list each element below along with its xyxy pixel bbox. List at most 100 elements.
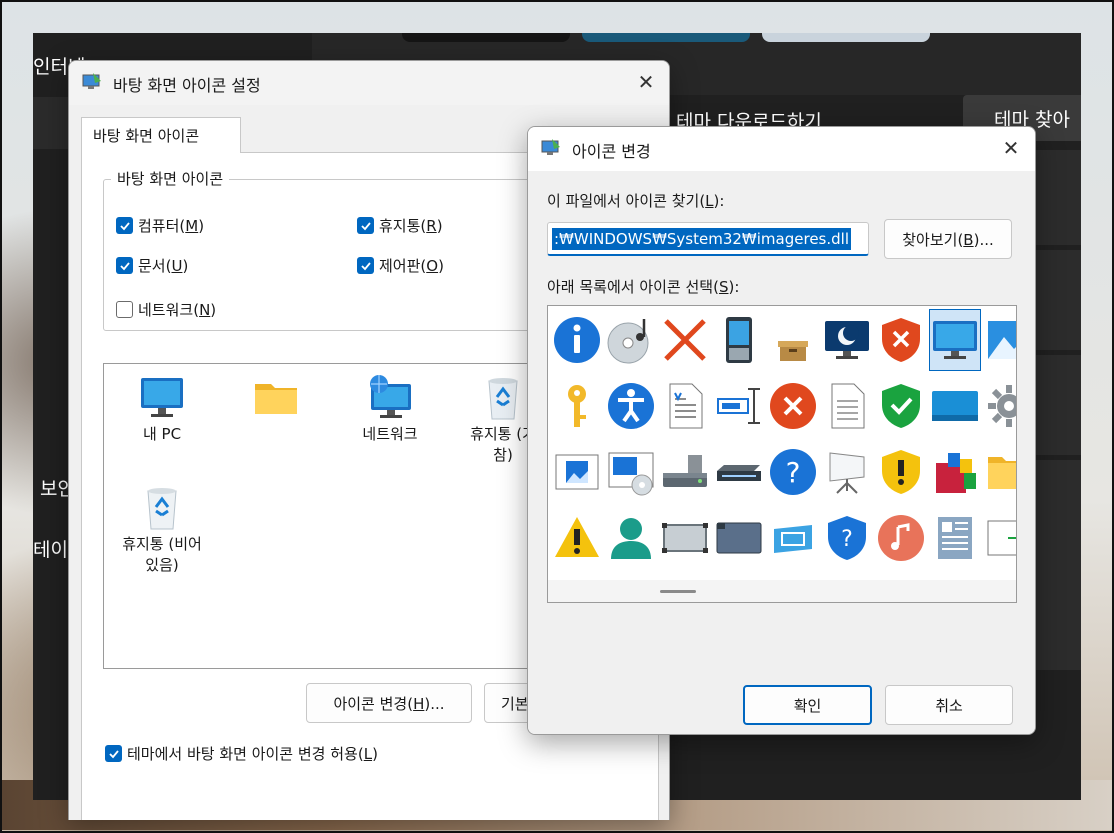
folder-icon[interactable] <box>983 441 1016 503</box>
small-box-icon[interactable] <box>767 309 819 371</box>
button-label: 아이콘 변경(H)... <box>333 694 445 713</box>
checkbox-box[interactable] <box>116 257 133 274</box>
ok-button[interactable]: 확인 <box>743 685 872 725</box>
button-label: 기본 <box>501 694 529 713</box>
pda-icon[interactable] <box>713 309 765 371</box>
accessibility-icon[interactable] <box>605 375 657 437</box>
allow-theme-change-checkbox[interactable]: 테마에서 바탕 화면 아이콘 변경 허용(L) <box>105 743 378 764</box>
monitor-icon <box>141 378 183 417</box>
red-x-icon[interactable] <box>659 309 711 371</box>
button-label: 찾아보기(B)... <box>902 230 994 249</box>
desktop-icon-list[interactable]: 내 PC 네트워크 휴지통 (가 참) 휴지통 (비어 있음) <box>103 363 536 669</box>
warning-icon[interactable] <box>551 507 603 569</box>
user-icon[interactable] <box>605 507 657 569</box>
music-note-icon[interactable] <box>875 507 927 569</box>
checkbox-box[interactable] <box>105 745 122 762</box>
change-icon-dialog: 아이콘 변경 ✕ 이 파일에서 아이콘 찾기(L): :₩WINDOWS₩Sys… <box>527 126 1036 735</box>
checkbox-label: 문서(U) <box>138 257 189 275</box>
shield-x-icon[interactable] <box>875 309 927 371</box>
news-icon[interactable] <box>929 507 981 569</box>
svg-text:?: ? <box>841 527 853 552</box>
theme-thumbnail-3[interactable] <box>762 33 930 42</box>
dialog-title: 바탕 화면 아이콘 설정 <box>113 76 261 95</box>
list-item-network[interactable]: 네트워크 <box>342 372 438 445</box>
shield-warning-icon[interactable] <box>875 441 927 503</box>
recycle-bin-full-icon <box>488 378 518 420</box>
icon-selection-grid[interactable]: ? ? <box>547 305 1017 603</box>
image-frame-icon[interactable] <box>551 441 603 503</box>
network-icon <box>370 375 411 418</box>
recycle-bin-empty-icon <box>147 488 177 530</box>
key-icon[interactable] <box>551 375 603 437</box>
path-text: :₩WINDOWS₩System32₩imageres.dll <box>552 228 851 250</box>
arrow-window-icon[interactable] <box>983 507 1016 569</box>
text-document-icon[interactable] <box>659 375 711 437</box>
checkbox-recycle-bin[interactable]: 휴지통(R) <box>357 215 443 236</box>
check-icon <box>119 221 130 230</box>
folder-icon <box>255 384 297 414</box>
list-item-recycle-bin-empty[interactable]: 휴지통 (비어 있음) <box>114 482 210 576</box>
select-icon-label: 아래 목록에서 아이콘 선택(S): <box>547 278 740 296</box>
button-label: 취소 <box>935 696 963 715</box>
desktop-settings-icon <box>541 139 560 155</box>
installer-box-icon[interactable] <box>929 441 981 503</box>
error-icon[interactable] <box>767 375 819 437</box>
grey-panel-icon[interactable] <box>659 507 711 569</box>
close-button[interactable]: ✕ <box>629 67 663 97</box>
moon-monitor-icon[interactable] <box>821 309 873 371</box>
title-bar: 아이콘 변경 ✕ <box>528 127 1035 171</box>
list-item-documents[interactable] <box>228 372 324 424</box>
group-title: 바탕 화면 아이콘 <box>111 168 230 189</box>
checkbox-control-panel[interactable]: 제어판(O) <box>357 255 444 276</box>
browse-button[interactable]: 찾아보기(B)... <box>884 219 1012 259</box>
horizontal-scrollbar[interactable] <box>548 580 1016 602</box>
picture-icon[interactable] <box>983 309 1016 371</box>
list-item-label: 네트워크 <box>362 425 418 443</box>
check-icon <box>360 221 371 230</box>
card-icon[interactable] <box>713 507 765 569</box>
shield-check-icon[interactable] <box>875 375 927 437</box>
help-icon[interactable]: ? <box>767 441 819 503</box>
find-in-file-label: 이 파일에서 아이콘 찾기(L): <box>547 192 725 210</box>
button-label: 확인 <box>793 696 822 715</box>
scrollbar-thumb[interactable] <box>660 590 696 593</box>
cancel-button[interactable]: 취소 <box>885 685 1013 725</box>
checkbox-documents[interactable]: 문서(U) <box>116 255 188 276</box>
list-item-this-pc[interactable]: 내 PC <box>114 372 210 445</box>
tab-label: 바탕 화면 아이콘 <box>93 127 200 145</box>
close-icon: ✕ <box>1002 136 1020 160</box>
drive-icon[interactable] <box>659 441 711 503</box>
wide-screen-icon[interactable] <box>929 375 981 437</box>
cd-music-icon[interactable] <box>605 309 657 371</box>
checkbox-box[interactable] <box>357 217 374 234</box>
monitor-icon[interactable] <box>929 309 981 371</box>
checkbox-box[interactable] <box>116 217 133 234</box>
tab-desktop-icons[interactable]: 바탕 화면 아이콘 <box>81 117 241 153</box>
gear-icon[interactable] <box>983 375 1016 437</box>
check-icon <box>108 749 119 758</box>
media-window-icon[interactable] <box>605 441 657 503</box>
checkbox-label: 휴지통(R) <box>379 217 443 235</box>
checkbox-box[interactable] <box>116 301 133 318</box>
checkbox-network[interactable]: 네트워크(N) <box>116 299 216 320</box>
check-icon <box>360 261 371 270</box>
checkbox-box[interactable] <box>357 257 374 274</box>
close-button[interactable]: ✕ <box>994 133 1028 163</box>
nav-item-data[interactable]: 테이 <box>33 535 68 562</box>
checkbox-computer[interactable]: 컴퓨터(M) <box>116 215 204 236</box>
text-cursor-icon[interactable] <box>713 375 765 437</box>
change-icon-button[interactable]: 아이콘 변경(H)... <box>306 683 472 723</box>
list-item-label: 휴지통 (비어 있음) <box>122 535 202 574</box>
projector-icon[interactable] <box>821 441 873 503</box>
info-icon[interactable] <box>551 309 603 371</box>
icon-file-path-input[interactable]: :₩WINDOWS₩System32₩imageres.dll <box>547 222 869 256</box>
dialog-title: 아이콘 변경 <box>572 142 651 161</box>
scanner-icon[interactable] <box>713 441 765 503</box>
theme-thumbnail-2[interactable] <box>582 33 750 42</box>
title-bar: 바탕 화면 아이콘 설정 ✕ <box>69 61 669 105</box>
theme-thumbnail-1[interactable] <box>402 33 570 42</box>
blue-box-icon[interactable] <box>767 507 819 569</box>
shield-help-icon[interactable]: ? <box>821 507 873 569</box>
blank-document-icon[interactable] <box>821 375 873 437</box>
svg-text:?: ? <box>786 456 801 489</box>
